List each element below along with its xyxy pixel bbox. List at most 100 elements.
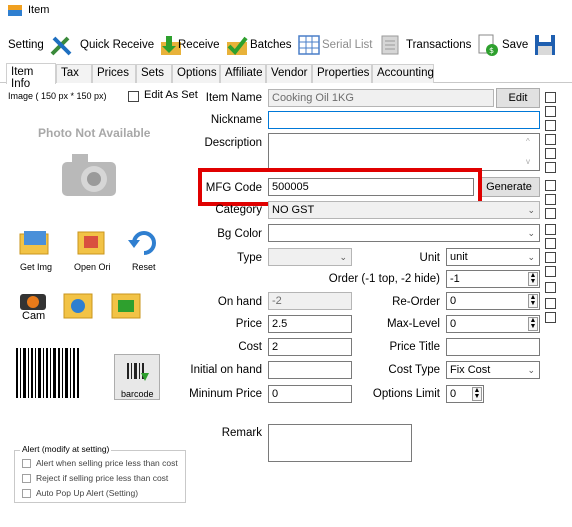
side-checkbox-15[interactable]: [545, 298, 556, 309]
tab-tax[interactable]: Tax: [56, 64, 92, 83]
auto-popup-alert-checkbox[interactable]: [22, 489, 31, 498]
on-hand-field[interactable]: -2: [268, 292, 352, 310]
side-checkbox-5[interactable]: [545, 148, 556, 159]
price-title-field[interactable]: [446, 338, 540, 356]
camera-placeholder-icon: [62, 154, 116, 196]
reorder-value: 0: [450, 295, 457, 307]
reject-less-cost-checkbox[interactable]: [22, 474, 31, 483]
tab-strip: Item Info Tax Prices Sets Options Affili…: [0, 63, 572, 90]
side-checkbox-9[interactable]: [545, 208, 556, 219]
reset-button[interactable]: Reset: [124, 228, 164, 272]
description-field[interactable]: [268, 133, 540, 171]
options-limit-value: 0: [450, 388, 457, 400]
side-checkbox-10[interactable]: [545, 224, 556, 235]
spinner-icon[interactable]: ▲ ▼: [472, 387, 482, 401]
bg-color-select[interactable]: ⌄: [268, 224, 540, 242]
initial-on-hand-label: Initial on hand: [190, 364, 262, 376]
reset-refresh-icon: [128, 231, 156, 255]
side-checkbox-13[interactable]: [545, 266, 556, 277]
side-checkbox-6[interactable]: [545, 162, 556, 173]
tab-prices[interactable]: Prices: [92, 64, 136, 83]
receive-button[interactable]: Receive: [178, 28, 250, 62]
scroll-down-icon: v: [526, 157, 530, 166]
cost-type-value: Fix Cost: [450, 364, 491, 376]
setting-label: Setting: [8, 39, 44, 51]
tab-vendor[interactable]: Vendor: [266, 64, 312, 83]
cost-type-select[interactable]: Fix Cost ⌄: [446, 361, 540, 379]
edit-as-set-label: Edit As Set: [144, 89, 198, 101]
spinner-icon[interactable]: ▲ ▼: [528, 272, 538, 286]
order-label: Order (-1 top, -2 hide): [328, 273, 440, 285]
side-checkbox-7[interactable]: [545, 180, 556, 191]
edit-as-set-checkbox[interactable]: [128, 91, 139, 102]
edit-name-button[interactable]: Edit: [496, 88, 540, 108]
get-img-label: Get Img: [20, 262, 53, 272]
barcode-button[interactable]: barcode: [114, 354, 160, 400]
receive-icon: [226, 36, 248, 56]
folder-icon: [19, 231, 49, 255]
bg-color-label: Bg Color: [217, 228, 262, 240]
max-level-field[interactable]: 0 ▲ ▼: [446, 315, 540, 333]
serial-list-button[interactable]: Serial List: [322, 28, 403, 62]
nickname-label: Nickname: [210, 114, 262, 126]
side-checkbox-8[interactable]: [545, 194, 556, 205]
on-hand-label: On hand: [217, 296, 262, 308]
category-label: Category: [215, 204, 262, 216]
floppy-save-icon: [535, 35, 556, 55]
cam-label: Cam: [22, 310, 46, 322]
image-edit-icon[interactable]: [60, 290, 96, 322]
type-select[interactable]: ⌄: [268, 248, 352, 266]
scroll-up-icon: ^: [526, 137, 530, 146]
options-limit-label: Options Limit: [372, 388, 440, 400]
side-checkbox-1[interactable]: [545, 92, 556, 103]
options-limit-field[interactable]: 0 ▲ ▼: [446, 385, 484, 403]
side-checkbox-2[interactable]: [545, 106, 556, 117]
save-label: Save: [502, 39, 529, 51]
cost-field[interactable]: 2: [268, 338, 352, 356]
order-field[interactable]: -1 ▲ ▼: [446, 270, 540, 288]
image-swap-icon[interactable]: [108, 290, 144, 322]
side-checkbox-12[interactable]: [545, 252, 556, 263]
unit-select[interactable]: unit ⌄: [446, 248, 540, 266]
tab-affiliate[interactable]: Affiliate: [220, 64, 266, 83]
nickname-field[interactable]: [268, 111, 540, 129]
price-title-label: Price Title: [389, 341, 441, 353]
unit-label: Unit: [419, 252, 440, 264]
reject-less-cost-label: Reject if selling price less than cost: [36, 473, 169, 483]
side-checkbox-4[interactable]: [545, 134, 556, 145]
tab-properties[interactable]: Properties: [312, 64, 372, 83]
quick-receive-button[interactable]: Quick Receive: [80, 28, 184, 62]
batches-button[interactable]: Batches: [250, 28, 322, 62]
cost-label: Cost: [238, 341, 262, 353]
spinner-icon[interactable]: ▲ ▼: [528, 317, 538, 331]
tab-item-info[interactable]: Item Info: [6, 63, 56, 90]
reorder-field[interactable]: 0 ▲ ▼: [446, 292, 540, 310]
side-checkbox-14[interactable]: [545, 282, 556, 293]
svg-text:$: $: [489, 46, 494, 55]
tab-options[interactable]: Options: [172, 64, 220, 83]
tab-sets[interactable]: Sets: [136, 64, 172, 83]
initial-on-hand-field[interactable]: [268, 361, 352, 379]
generate-button[interactable]: Generate: [478, 177, 540, 197]
open-ori-button[interactable]: Open Ori: [70, 228, 116, 272]
receive-label: Receive: [178, 39, 220, 51]
transactions-button[interactable]: Transactions $: [406, 28, 501, 62]
setting-button[interactable]: Setting: [8, 28, 74, 62]
category-select[interactable]: NO GST ⌄: [268, 201, 540, 219]
save-button[interactable]: Save: [502, 28, 558, 62]
reorder-label: Re-Order: [392, 296, 440, 308]
cost-type-label: Cost Type: [388, 364, 440, 376]
item-name-field[interactable]: Cooking Oil 1KG: [268, 89, 494, 107]
side-checkbox-3[interactable]: [545, 120, 556, 131]
spinner-icon[interactable]: ▲ ▼: [528, 294, 538, 308]
alert-less-cost-checkbox[interactable]: [22, 459, 31, 468]
cam-button[interactable]: Cam: [14, 288, 54, 324]
price-field[interactable]: 2.5: [268, 315, 352, 333]
remark-field[interactable]: [268, 424, 412, 462]
get-img-button[interactable]: Get Img: [14, 228, 56, 272]
tab-accounting[interactable]: Accounting: [372, 64, 434, 83]
side-checkbox-16[interactable]: [545, 312, 556, 323]
side-checkbox-11[interactable]: [545, 238, 556, 249]
alert-group-title: Alert (modify at setting): [20, 444, 112, 454]
min-price-field[interactable]: 0: [268, 385, 352, 403]
